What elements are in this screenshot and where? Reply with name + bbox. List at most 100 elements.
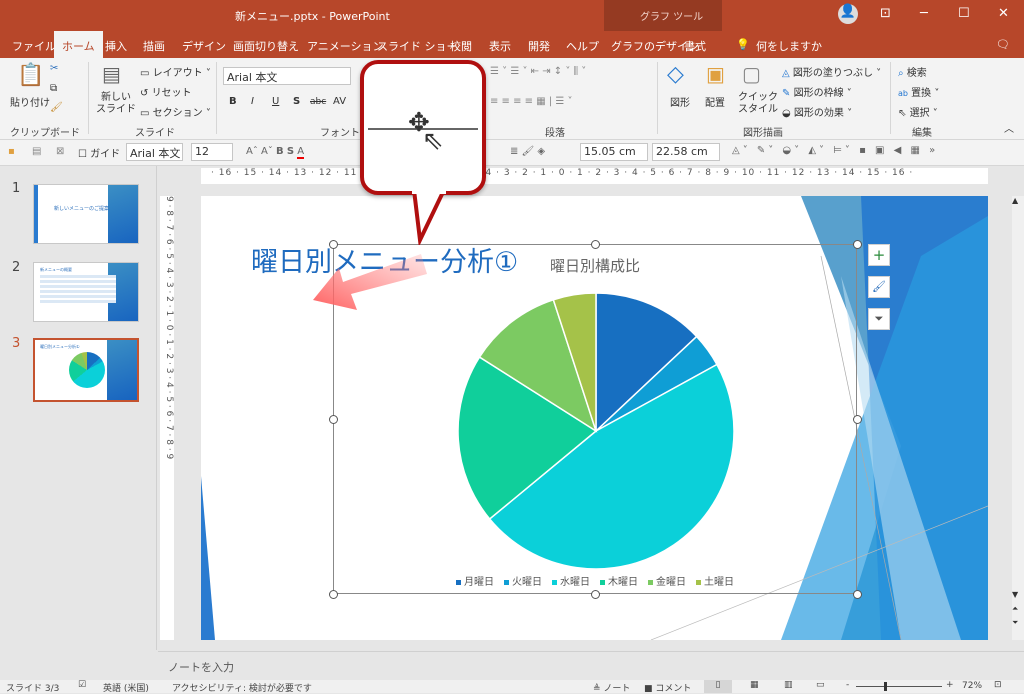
resize-handle[interactable] <box>853 415 862 424</box>
maximize-button[interactable]: ☐ <box>958 6 970 21</box>
resize-handle[interactable] <box>329 240 338 249</box>
chart-elements-button[interactable]: + <box>868 244 890 266</box>
shape-outline-button[interactable]: ✎ 図形の枠線 ˅ <box>782 84 852 99</box>
chart-element-icon[interactable]: ▪ <box>8 146 15 157</box>
format-painter-icon[interactable]: 🖌 <box>50 102 63 113</box>
new-slide-icon[interactable]: ▤ <box>102 62 121 86</box>
tab-slideshow[interactable]: スライド ショー <box>377 38 458 54</box>
shapes-icon[interactable]: ◇ <box>667 62 684 87</box>
resize-handle[interactable] <box>329 415 338 424</box>
zoom-out-button[interactable]: - <box>846 680 849 690</box>
tab-design[interactable]: デザイン <box>182 38 226 54</box>
layout-button[interactable]: ▭ レイアウト ˅ <box>140 64 211 79</box>
resize-handle[interactable] <box>853 590 862 599</box>
shape-width-input[interactable]: 22.58 cm <box>652 143 720 161</box>
legend-entry[interactable]: 木曜日 <box>600 577 638 588</box>
slide-thumbnail-2[interactable]: 新メニューの概要 <box>33 262 139 322</box>
reading-view-button[interactable]: ▥ <box>784 680 793 690</box>
zoom-level[interactable]: 72% <box>962 681 982 691</box>
spellcheck-icon[interactable]: ☑ <box>78 680 86 690</box>
format-tool-icons[interactable]: ◬˅ ✎˅ ◒˅ ◭˅ ⊨˅ ▪ ▣ ◀ ▦ » <box>732 145 938 156</box>
notes-button[interactable]: ≜ ノート <box>593 681 630 694</box>
strikethrough-button[interactable]: abc <box>310 97 326 107</box>
shapes-button[interactable]: 図形 <box>670 94 690 109</box>
quick-style-icon[interactable]: ▢ <box>742 62 761 86</box>
zoom-in-button[interactable]: + <box>946 680 954 690</box>
resize-handle[interactable] <box>853 240 862 249</box>
cut-icon[interactable]: ✂ <box>50 63 58 74</box>
resize-handle[interactable] <box>591 590 600 599</box>
reset-style-icon[interactable]: ⊠ <box>56 146 64 157</box>
wrap-icons[interactable]: ≣ 🖌 ◈ <box>510 146 545 157</box>
tab-view[interactable]: 表示 <box>489 38 511 54</box>
legend-entry[interactable]: 水曜日 <box>552 577 590 588</box>
find-button[interactable]: ⌕ 検索 <box>898 64 927 79</box>
resize-handle[interactable] <box>591 240 600 249</box>
account-icon[interactable]: 👤 <box>838 4 858 24</box>
slide-thumbnail-1[interactable]: 新しいメニューのご提案 <box>33 184 139 244</box>
tab-help[interactable]: ヘルプ <box>566 38 599 54</box>
font-select-mini[interactable]: Arial 本文 <box>126 143 183 161</box>
align-icons[interactable]: ≡ ≡ ≡ ≡ ▦ | ☰ ˅ <box>490 96 573 107</box>
prev-slide-icon[interactable]: ⏶ <box>1012 604 1018 614</box>
section-button[interactable]: ▭ セクション ˅ <box>140 104 211 119</box>
slide-sorter-button[interactable]: ▦ <box>750 680 759 690</box>
bullets-icon[interactable]: ☰ ˅ ☰ ˅ ⇤ ⇥ ↕ ˅ ⫼ ˅ <box>490 66 586 77</box>
tab-review[interactable]: 校閲 <box>450 38 472 54</box>
paste-icon[interactable]: 📋 <box>17 63 44 88</box>
legend-entry[interactable]: 土曜日 <box>696 577 734 588</box>
pie-chart[interactable] <box>334 245 858 595</box>
underline-button[interactable]: U <box>272 96 279 107</box>
minimize-button[interactable]: ─ <box>920 6 928 21</box>
vertical-scrollbar[interactable]: ▲ ▼ ⏶ ⏷ <box>1012 196 1024 640</box>
tab-developer[interactable]: 開発 <box>528 38 550 54</box>
select-button[interactable]: ⇖ 選択 ˅ <box>898 104 938 119</box>
legend-entry[interactable]: 金曜日 <box>648 577 686 588</box>
tab-format[interactable]: 書式 <box>684 38 706 54</box>
zoom-slider[interactable] <box>856 682 942 691</box>
resize-handle[interactable] <box>329 590 338 599</box>
fit-slide-button[interactable]: ⊡ <box>994 680 1002 690</box>
chart-styles-button[interactable]: 🖌 <box>868 276 890 298</box>
comments-button[interactable]: ■ コメント <box>644 681 691 694</box>
shape-effects-button[interactable]: ◒ 図形の効果 ˅ <box>782 104 852 119</box>
close-button[interactable]: ✕ <box>998 6 1009 21</box>
scroll-down-icon[interactable]: ▼ <box>1012 590 1018 599</box>
next-slide-icon[interactable]: ⏷ <box>1012 618 1018 628</box>
notes-pane[interactable]: ノートを入力 <box>158 651 1024 680</box>
font-size-buttons[interactable]: Aˆ Aˇ B S A <box>246 146 305 159</box>
tab-home[interactable]: ホーム <box>54 31 103 58</box>
shape-height-input[interactable]: 15.05 cm <box>580 143 648 161</box>
tab-animations[interactable]: アニメーション <box>307 38 384 54</box>
arrange-button[interactable]: 配置 <box>705 94 725 109</box>
tab-insert[interactable]: 挿入 <box>105 38 127 54</box>
chart-frame[interactable]: 曜日別構成比 月曜日 火曜日 水曜日 木曜日 金曜日 土曜日 <box>333 244 857 594</box>
shadow-button[interactable]: S <box>293 96 300 107</box>
font-name-select[interactable]: Arial 本文 <box>223 67 351 85</box>
italic-button[interactable]: I <box>251 96 254 107</box>
normal-view-button[interactable]: ▯ <box>704 680 732 693</box>
tab-transitions[interactable]: 画面切り替え <box>233 38 299 54</box>
accessibility-status[interactable]: アクセシビリティ: 検討が必要です <box>172 681 312 694</box>
tab-draw[interactable]: 描画 <box>143 38 165 54</box>
collapse-ribbon-icon[interactable]: ︿ <box>1004 120 1014 135</box>
legend-entry[interactable]: 月曜日 <box>456 577 494 588</box>
chart-filters-button[interactable]: ⏷ <box>868 308 890 330</box>
copy-icon[interactable]: ⧉ <box>50 83 57 94</box>
tell-me-search[interactable]: 何をしますか <box>756 38 822 54</box>
slideshow-button[interactable]: ▭ <box>816 680 825 690</box>
replace-button[interactable]: ab 置換 ˅ <box>898 84 939 99</box>
scroll-up-icon[interactable]: ▲ <box>1012 196 1018 205</box>
paste-button[interactable]: 貼り付け <box>10 94 50 109</box>
font-size-select[interactable]: 12 <box>191 143 233 161</box>
reset-button[interactable]: ↺ リセット <box>140 84 192 99</box>
language-indicator[interactable]: 英語 (米国) <box>103 681 149 694</box>
comment-icon[interactable]: 🗨 <box>996 38 1010 51</box>
char-spacing-button[interactable]: AV <box>333 96 346 107</box>
quick-style-button[interactable]: クイック スタイル <box>738 92 778 116</box>
ribbon-display-icon[interactable]: ⊡ <box>880 6 891 21</box>
format-selection-icon[interactable]: ▤ <box>32 146 41 157</box>
bold-button[interactable]: B <box>229 96 237 107</box>
arrange-icon[interactable]: ▣ <box>706 62 725 86</box>
legend-entry[interactable]: 火曜日 <box>504 577 542 588</box>
